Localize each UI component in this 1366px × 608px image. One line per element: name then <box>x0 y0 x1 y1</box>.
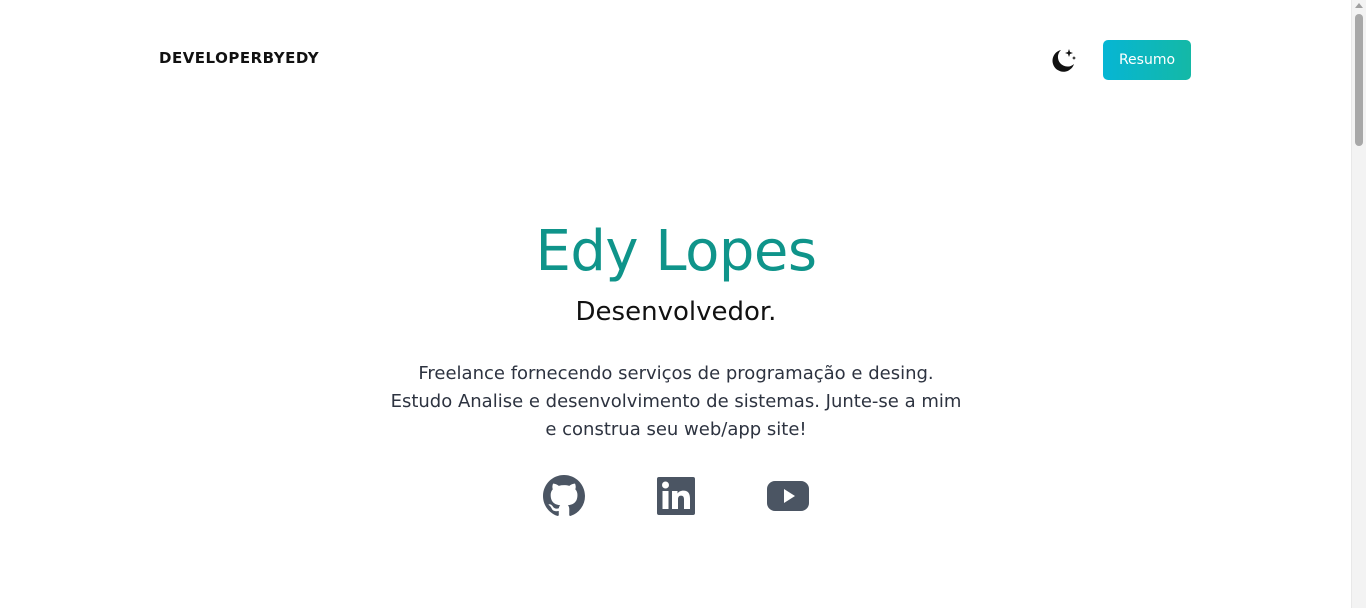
github-icon <box>543 475 585 516</box>
hero-role: Desenvolvedor. <box>575 297 777 327</box>
linkedin-icon <box>657 477 695 515</box>
brand-logo[interactable]: DEVELOPERBYEDY <box>159 49 319 67</box>
resume-button[interactable]: Resumo <box>1103 40 1191 80</box>
github-link[interactable] <box>543 475 585 517</box>
scroll-up-arrow-icon[interactable] <box>1355 3 1363 8</box>
theme-toggle-button[interactable] <box>1048 46 1078 76</box>
linkedin-link[interactable] <box>655 475 697 517</box>
hero-section: Edy Lopes Desenvolvedor. Freelance forne… <box>0 214 1352 444</box>
youtube-icon <box>767 481 809 511</box>
page: DEVELOPERBYEDY Resumo Edy Lopes Desenvol… <box>0 0 1366 608</box>
hero-description: Freelance fornecendo serviços de program… <box>390 363 962 440</box>
youtube-link[interactable] <box>767 475 809 517</box>
moon-stars-icon <box>1052 49 1076 72</box>
social-links <box>0 475 1352 517</box>
scrollbar-thumb[interactable] <box>1355 14 1363 146</box>
vertical-scrollbar[interactable] <box>1351 0 1366 608</box>
hero-name: Edy Lopes <box>535 219 817 284</box>
